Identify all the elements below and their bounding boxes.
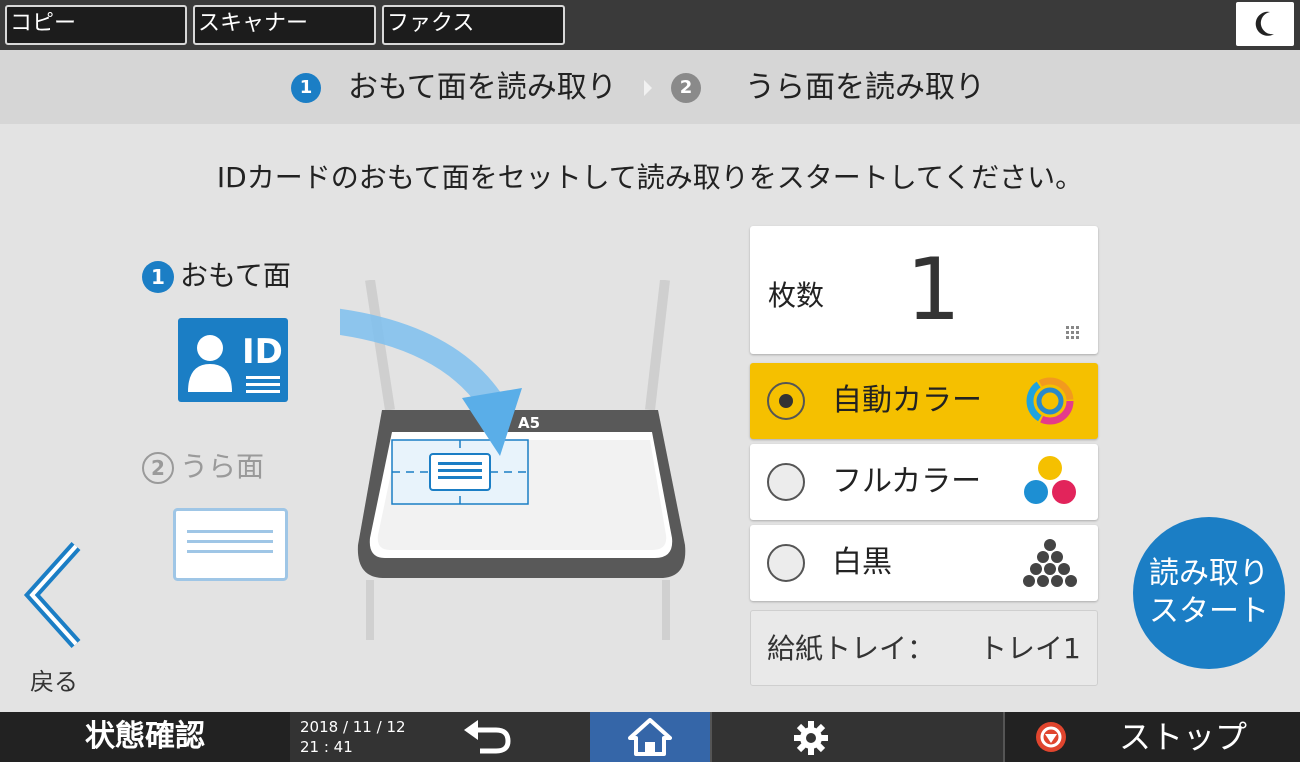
tray-value: トレイ1 xyxy=(979,632,1081,665)
tab-fax[interactable]: ファクス xyxy=(382,5,565,45)
stop-icon xyxy=(1036,722,1066,752)
back-side-label: 2 うら面 xyxy=(142,449,264,485)
gear-icon[interactable] xyxy=(793,720,829,756)
back-side-number: 2 xyxy=(142,452,174,484)
quantity-label: 枚数 xyxy=(768,279,825,312)
step-header: 1 おもて面を読み取り 2 うら面を読み取り xyxy=(0,50,1300,124)
start-scan-line1: 読み取り xyxy=(1149,556,1269,591)
step2-number: 2 xyxy=(671,73,701,103)
color-mode-auto[interactable]: 自動カラー xyxy=(750,363,1098,439)
radio-black-white[interactable] xyxy=(767,544,805,582)
stop-label: ストップ xyxy=(1119,718,1248,756)
instruction-text: IDカードのおもて面をセットして読み取りをスタートしてください。 xyxy=(216,161,1084,194)
front-side-text: おもて面 xyxy=(180,259,291,292)
stop-button[interactable]: ストップ xyxy=(1005,712,1300,762)
date-time: 2018 / 11 / 12 21 : 41 xyxy=(300,717,406,757)
black-white-label: 白黒 xyxy=(832,545,892,580)
step-separator-icon xyxy=(644,80,652,96)
moon-icon xyxy=(1255,11,1274,36)
radio-full-color[interactable] xyxy=(767,463,805,501)
energy-saver-button[interactable] xyxy=(1236,2,1294,46)
step1-number: 1 xyxy=(291,73,321,103)
bottom-bar: 状態確認 2018 / 11 / 12 21 : 41 ストップ xyxy=(0,712,1300,762)
undo-arrow-icon[interactable] xyxy=(462,720,512,754)
tab-copy[interactable]: コピー xyxy=(5,5,187,45)
date-text: 2018 / 11 / 12 xyxy=(300,718,406,736)
step1-label: おもて面を読み取り xyxy=(348,70,617,105)
front-side-number: 1 xyxy=(142,261,174,293)
full-color-icon xyxy=(1024,456,1076,504)
divider xyxy=(710,712,712,762)
auto-color-icon xyxy=(1026,377,1074,425)
back-side-text: うら面 xyxy=(180,450,265,483)
front-side-label: 1 おもて面 xyxy=(142,258,291,294)
status-check-button[interactable]: 状態確認 xyxy=(0,712,290,762)
id-card-text: ID xyxy=(242,332,283,372)
back-label[interactable]: 戻る xyxy=(30,662,78,697)
color-mode-bw[interactable]: 白黒 xyxy=(750,525,1098,601)
paper-size-label: A5 xyxy=(518,414,541,432)
home-button[interactable] xyxy=(590,712,710,762)
scanner-illustration xyxy=(340,280,686,640)
keypad-icon[interactable] xyxy=(1066,326,1082,342)
back-chevron-icon[interactable] xyxy=(18,540,90,650)
quantity-value: 1 xyxy=(906,240,961,340)
paper-tray-display[interactable]: 給紙トレイ： トレイ1 xyxy=(750,610,1098,686)
step2-label: うら面を読み取り xyxy=(745,70,985,105)
tray-label: 給紙トレイ： xyxy=(767,632,936,665)
tab-scanner[interactable]: スキャナー xyxy=(193,5,376,45)
color-mode-full[interactable]: フルカラー xyxy=(750,444,1098,520)
auto-color-label: 自動カラー xyxy=(832,383,982,418)
radio-auto-color[interactable] xyxy=(767,382,805,420)
time-text: 21 : 41 xyxy=(300,738,353,756)
start-scan-line2: スタート xyxy=(1149,594,1269,629)
full-color-label: フルカラー xyxy=(832,464,982,499)
start-scan-button[interactable]: 読み取り スタート xyxy=(1133,517,1285,669)
black-white-icon xyxy=(1023,539,1077,587)
id-card-back-icon xyxy=(173,508,288,581)
home-icon xyxy=(628,718,672,756)
top-bar: コピー スキャナー ファクス xyxy=(0,0,1300,50)
